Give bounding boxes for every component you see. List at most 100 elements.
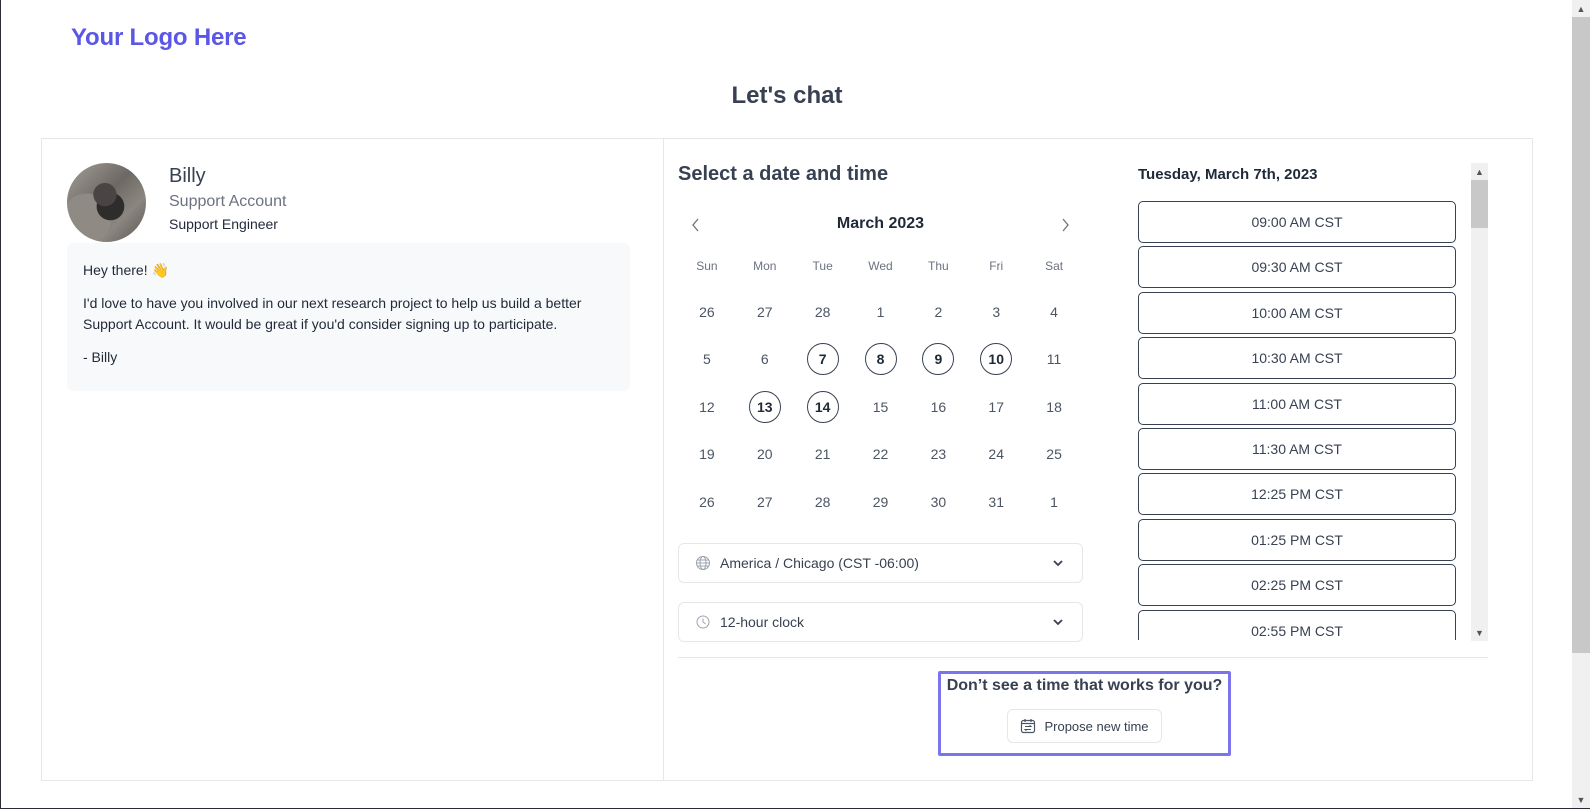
- propose-title: Don’t see a time that works for you?: [946, 677, 1223, 694]
- calendar-day: 3: [992, 303, 1001, 320]
- waving-hand-icon: 👋: [151, 262, 170, 278]
- chevron-right-icon: [1062, 218, 1069, 232]
- timezone-select[interactable]: America / Chicago (CST -06:00): [678, 543, 1083, 583]
- calendar-day-available[interactable]: 10: [980, 343, 1013, 376]
- scheduling-card: Billy Support Account Support Engineer H…: [41, 138, 1533, 781]
- calendar-month-label: March 2023: [836, 215, 925, 232]
- calendar-cell: 22: [852, 438, 910, 470]
- calendar-day: 26: [699, 303, 715, 320]
- calendar-cell: 19: [678, 438, 736, 470]
- calendar-day: 1: [1050, 493, 1058, 510]
- scrollbar-thumb[interactable]: [1572, 17, 1590, 653]
- calendar-cell: 16: [909, 391, 967, 423]
- calendar-cell: 11: [1025, 343, 1083, 375]
- calendar-day: 2: [934, 303, 943, 320]
- calendar-cell: 30: [909, 486, 967, 518]
- calendar-day: 5: [703, 351, 711, 368]
- calendar-day: 29: [872, 493, 889, 510]
- calendar-day: 24: [988, 446, 1004, 463]
- calendar-cell: 13: [736, 390, 794, 423]
- message-body: I'd love to have you involved in our nex…: [83, 295, 582, 332]
- weekday-header-row: Sun Mon Tue Wed Thu Fri Sat: [678, 255, 1083, 277]
- calendar-cell: 6: [736, 343, 794, 375]
- scroll-down-arrow-icon[interactable]: ▼: [1471, 624, 1488, 641]
- calendar-cell: 21: [794, 438, 852, 470]
- scroll-down-arrow-icon[interactable]: ▼: [1572, 791, 1590, 808]
- weekday-label: Mon: [753, 259, 777, 273]
- calendar-cell: 28: [794, 296, 852, 328]
- scheduler-title: Select a date and time: [678, 163, 889, 185]
- calendar-day: 30: [930, 493, 947, 510]
- time-slot-button[interactable]: 10:00 AM CST: [1138, 291, 1456, 334]
- time-slot-button[interactable]: 11:00 AM CST: [1138, 382, 1456, 425]
- chevron-left-icon: [692, 218, 699, 232]
- calendar-day-available[interactable]: 14: [806, 390, 839, 423]
- calendar-cell: 15: [852, 391, 910, 423]
- calendar-day: 15: [872, 398, 889, 415]
- time-slot-button[interactable]: 02:25 PM CST: [1138, 564, 1456, 607]
- calendar-day: 26: [699, 493, 715, 510]
- scrollbar-thumb[interactable]: [1471, 180, 1488, 228]
- time-slot-button[interactable]: 09:30 AM CST: [1138, 246, 1456, 289]
- calendar-day: 12: [699, 398, 715, 415]
- propose-new-time-button[interactable]: Propose new time: [1007, 709, 1162, 743]
- page-scrollbar[interactable]: ▲ ▼: [1572, 0, 1590, 808]
- calendar-day: 31: [988, 493, 1004, 510]
- calendar-day: 21: [814, 446, 831, 463]
- time-slots: 09:00 AM CST 09:30 AM CST 10:00 AM CST 10:3…: [1138, 201, 1456, 640]
- calendar-day-available[interactable]: 7: [806, 343, 839, 376]
- calendar-cell: 20: [736, 438, 794, 470]
- host-name: Billy: [169, 165, 206, 187]
- weekday-label: Wed: [868, 259, 893, 273]
- message-signature: - Billy: [83, 349, 118, 365]
- calendar-day: 27: [756, 303, 773, 320]
- time-slot-button[interactable]: 02:55 PM CST: [1138, 609, 1456, 640]
- scroll-up-arrow-icon[interactable]: ▲: [1471, 163, 1488, 180]
- calendar-cell: 1: [852, 296, 910, 328]
- time-slot-button[interactable]: 09:00 AM CST: [1138, 201, 1456, 243]
- clock-format-value: 12-hour clock: [720, 614, 805, 630]
- calendar-grid: Sun Mon Tue Wed Thu Fri Sat 26 27 28 1 2 3 4 5 6 7 8 9 10 1…: [678, 255, 1083, 526]
- propose-time-section: Don’t see a time that works for you? Pro…: [938, 671, 1231, 756]
- calendar-day: 18: [1046, 398, 1062, 415]
- time-slot-button[interactable]: 12:25 PM CST: [1138, 473, 1456, 516]
- next-month-button[interactable]: [1051, 211, 1079, 239]
- calendar-day-available[interactable]: 13: [748, 390, 781, 423]
- propose-button-label: Propose new time: [1044, 718, 1149, 734]
- weekday-label: Tue: [812, 259, 833, 273]
- calendar-cell: 5: [678, 343, 736, 375]
- logo: Your Logo Here: [71, 24, 247, 51]
- clock-format-select[interactable]: 12-hour clock: [678, 602, 1083, 642]
- calendar-day: 25: [1046, 446, 1062, 463]
- calendar-day: 23: [930, 446, 947, 463]
- time-slot-scrollbar[interactable]: ▲ ▼: [1471, 163, 1488, 641]
- scroll-up-arrow-icon[interactable]: ▲: [1572, 0, 1590, 17]
- time-slot-button[interactable]: 01:25 PM CST: [1138, 518, 1456, 561]
- calendar-cell: 27: [736, 296, 794, 328]
- message-greeting: Hey there! 👋: [83, 260, 614, 281]
- calendar-cell: 24: [967, 438, 1025, 470]
- chevron-down-icon: [1052, 559, 1066, 567]
- calendar-day: 27: [756, 493, 773, 510]
- calendar-cell: 12: [678, 391, 736, 423]
- scheduler-panel: Select a date and time March 2023 Sun Mon…: [664, 139, 1532, 780]
- time-slot-button[interactable]: 10:30 AM CST: [1138, 337, 1456, 380]
- calendar-day-available[interactable]: 9: [922, 343, 955, 376]
- calendar-cell: 31: [967, 486, 1025, 518]
- selected-date-heading: Tuesday, March 7th, 2023: [1138, 166, 1318, 183]
- calendar-week-row: 19 20 21 22 23 24 25: [678, 431, 1083, 479]
- previous-month-button[interactable]: [682, 211, 710, 239]
- calendar-day: 19: [699, 446, 715, 463]
- calendar-cell: 18: [1025, 391, 1083, 423]
- host-role: Support Engineer: [169, 216, 278, 232]
- calendar-day: 11: [1046, 351, 1062, 368]
- weekday-label: Sat: [1045, 259, 1064, 273]
- calendar-cell: 10: [967, 343, 1025, 376]
- calendar-day-available[interactable]: 8: [864, 343, 897, 376]
- calendar-cell: 23: [909, 438, 967, 470]
- calendar-cell: 26: [678, 296, 736, 328]
- calendar-cell: 7: [794, 343, 852, 376]
- calendar-cell: 9: [909, 343, 967, 376]
- calendar-week-row: 26 27 28 29 30 31 1: [678, 478, 1083, 526]
- time-slot-button[interactable]: 11:30 AM CST: [1138, 427, 1456, 470]
